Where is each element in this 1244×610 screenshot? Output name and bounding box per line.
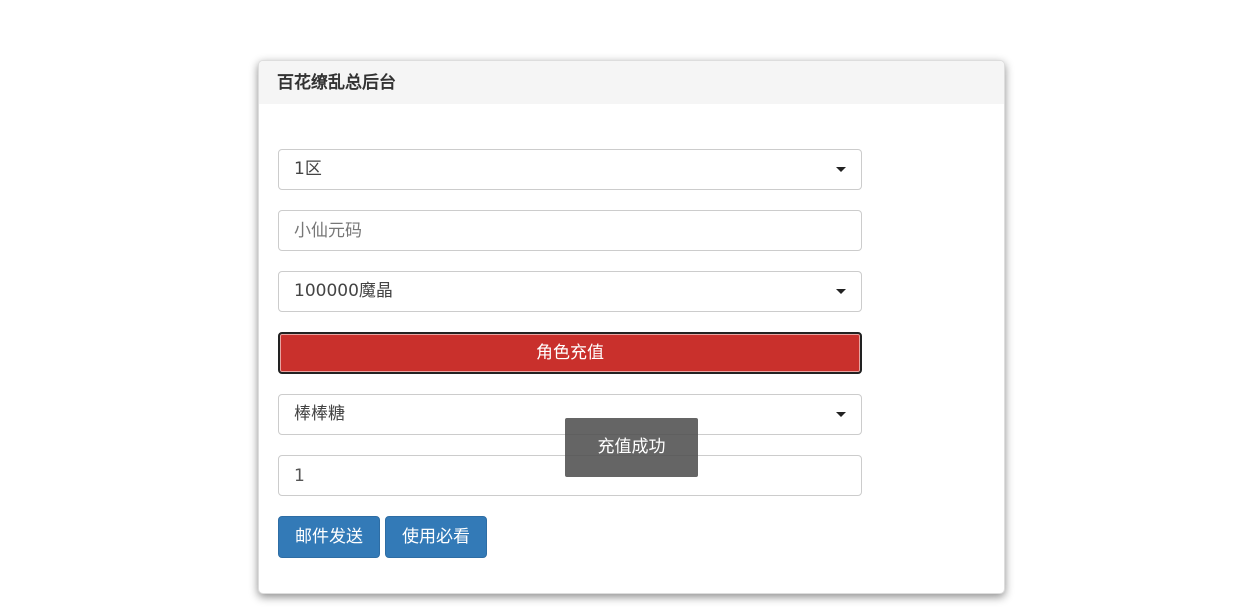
server-select[interactable]: 1区 [278, 149, 862, 190]
send-mail-button[interactable]: 邮件发送 [278, 516, 380, 558]
recharge-amount-select[interactable]: 100000魔晶 [278, 271, 862, 312]
caret-down-icon [836, 289, 846, 294]
panel-title: 百花缭乱总后台 [259, 61, 1004, 104]
success-toast: 充值成功 [565, 418, 698, 477]
item-select-value: 棒棒糖 [294, 404, 345, 424]
caret-down-icon [836, 167, 846, 172]
admin-panel: 百花缭乱总后台 1区 100000魔晶 角色充值 棒棒糖 邮件发送 使用必看 [258, 60, 1005, 594]
caret-down-icon [836, 412, 846, 417]
usage-notes-button[interactable]: 使用必看 [385, 516, 487, 558]
character-code-input[interactable] [278, 210, 862, 251]
recharge-amount-select-value: 100000魔晶 [294, 281, 393, 301]
server-select-value: 1区 [294, 159, 322, 179]
recharge-button[interactable]: 角色充值 [278, 332, 862, 374]
